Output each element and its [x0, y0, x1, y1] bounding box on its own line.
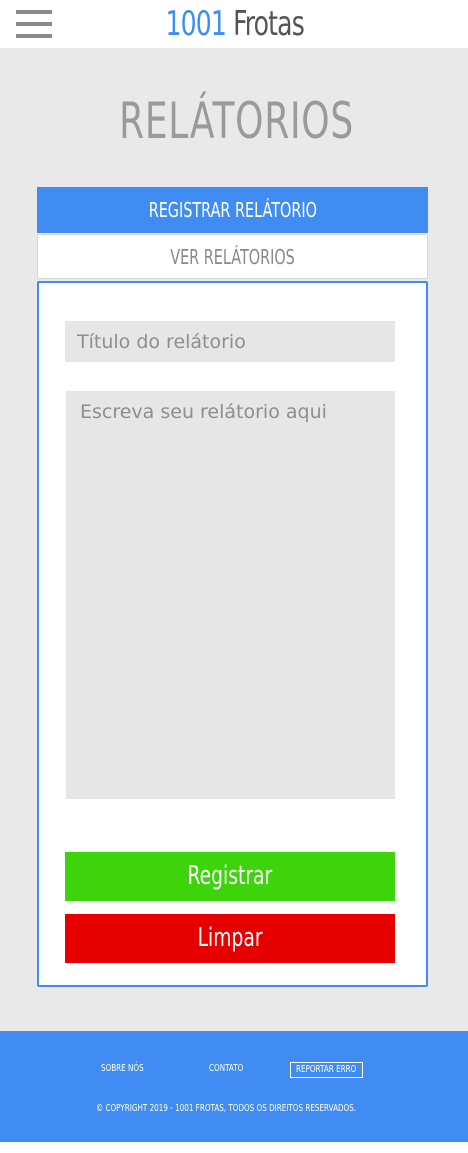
- report-body-textarea[interactable]: [66, 391, 395, 799]
- main-content: RELÁTORIOS REGISTRAR RELÁTORIO VER RELÁT…: [0, 48, 468, 1031]
- logo-number: 1001: [165, 4, 227, 44]
- report-error-label: REPORTAR ERRO: [296, 1064, 357, 1075]
- copyright-notice: © COPYRIGHT 2019 - 1001 FROTAS, TODOS OS…: [96, 1101, 457, 1117]
- bottom-strip: [0, 1142, 468, 1153]
- report-error-button[interactable]: REPORTAR ERRO: [290, 1062, 363, 1078]
- copyright-text: © COPYRIGHT 2019 - 1001 FROTAS, TODOS OS…: [96, 1103, 357, 1114]
- tab-register-label: REGISTRAR RELÁTORIO: [148, 198, 317, 222]
- footer-contact-label: CONTATO: [209, 1063, 244, 1074]
- clear-button[interactable]: Limpar: [65, 914, 395, 963]
- tab-view-reports[interactable]: VER RELÁTORIOS: [37, 234, 428, 279]
- page-title: RELÁTORIOS: [119, 92, 354, 150]
- report-form: Registrar Limpar: [37, 281, 428, 987]
- tab-register-report[interactable]: REGISTRAR RELÁTORIO: [37, 187, 428, 233]
- tab-view-label: VER RELÁTORIOS: [170, 245, 295, 269]
- footer-link-about[interactable]: SOBRE NÓS: [101, 1061, 160, 1077]
- footer-link-contact[interactable]: CONTATO: [209, 1061, 257, 1077]
- logo-name: Frotas: [233, 4, 305, 44]
- top-header: 1001 Frotas: [0, 0, 468, 48]
- clear-button-label: Limpar: [197, 923, 263, 953]
- register-button[interactable]: Registrar: [65, 852, 395, 901]
- page-footer: SOBRE NÓS CONTATO REPORTAR ERRO © COPYRI…: [0, 1031, 468, 1142]
- footer-about-label: SOBRE NÓS: [101, 1063, 144, 1074]
- app-logo[interactable]: 1001 Frotas: [43, 4, 427, 44]
- report-title-input[interactable]: [65, 321, 395, 362]
- register-button-label: Registrar: [187, 861, 273, 891]
